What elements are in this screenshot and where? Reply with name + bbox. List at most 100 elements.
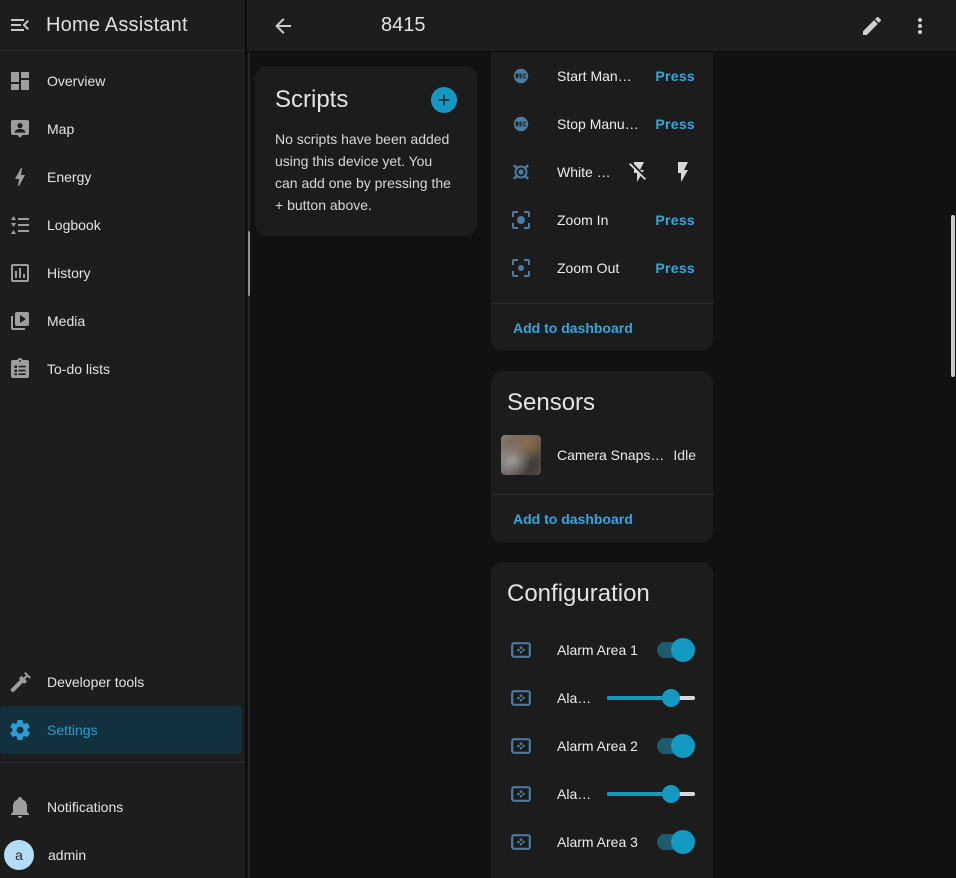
entity-name: Alarm Area 3: [557, 834, 638, 850]
alarm-area-icon[interactable]: [509, 686, 533, 710]
bell-icon: [8, 795, 32, 819]
home-assistant-app: Home Assistant Overview Map Energy: [0, 0, 956, 878]
sidebar-item-label: Logbook: [47, 217, 101, 233]
flash-icon: [671, 160, 695, 184]
back-button[interactable]: [259, 2, 307, 50]
sidebar-item-label: History: [47, 265, 91, 281]
overflow-menu-button[interactable]: [896, 2, 944, 50]
top-app-bar: 8415: [247, 0, 956, 52]
control-row-start-manual: Start Man… Press: [491, 52, 713, 100]
sidebar-item-user[interactable]: a admin: [0, 831, 245, 878]
page-title: 8415: [381, 14, 426, 37]
configuration-rows: Alarm Area 1 Ala… Alarm Area 2: [491, 626, 713, 866]
add-to-dashboard-row: Add to dashboard: [491, 495, 713, 542]
sidebar-item-developer-tools[interactable]: Developer tools: [0, 658, 245, 706]
user-name: admin: [48, 847, 86, 863]
add-to-dashboard-link[interactable]: Add to dashboard: [513, 320, 633, 336]
flash-off-icon: [627, 160, 651, 184]
sidebar-item-logbook[interactable]: Logbook: [0, 201, 245, 249]
entity-name: Zoom In: [557, 212, 608, 228]
alarm-area-icon[interactable]: [509, 638, 533, 662]
entity-name: Zoom Out: [557, 260, 619, 276]
alarm-area-2-toggle[interactable]: [655, 734, 695, 758]
alarm-area-icon[interactable]: [509, 734, 533, 758]
column-scrollbar-thumb[interactable]: [248, 231, 250, 296]
camera-snapshot-thumbnail[interactable]: [501, 435, 541, 475]
config-row-alarm-slider-1: Ala…: [491, 674, 713, 722]
alarm-area-icon[interactable]: [509, 782, 533, 806]
pencil-icon: [860, 14, 884, 38]
sidebar-item-label: Notifications: [47, 799, 123, 815]
center-focus-icon[interactable]: [509, 208, 533, 232]
floodlight-icon[interactable]: [509, 160, 533, 184]
lightning-bolt-icon: [8, 165, 32, 189]
edit-button[interactable]: [848, 2, 896, 50]
sidebar-item-map[interactable]: Map: [0, 105, 245, 153]
menu-open-icon[interactable]: [8, 13, 32, 37]
format-list-icon: [8, 213, 32, 237]
sidebar-item-settings[interactable]: Settings: [0, 706, 242, 754]
sidebar-divider: [0, 762, 245, 763]
press-button[interactable]: Press: [655, 68, 695, 84]
entity-name: Ala…: [557, 786, 591, 802]
control-row-stop-manual: Stop Manu… Press: [491, 100, 713, 148]
clipboard-list-icon: [8, 357, 32, 381]
sidebar-item-energy[interactable]: Energy: [0, 153, 245, 201]
press-button[interactable]: Press: [655, 260, 695, 276]
sidebar-item-notifications[interactable]: Notifications: [0, 783, 245, 831]
entity-name: Camera Snaps…: [557, 447, 664, 463]
light-buttons: [627, 160, 695, 184]
alarm-area-icon[interactable]: [509, 830, 533, 854]
arrow-left-icon: [271, 14, 295, 38]
sidebar-item-history[interactable]: History: [0, 249, 245, 297]
avatar: a: [4, 840, 34, 870]
sensors-card: Sensors Camera Snaps… Idle Add to dashbo…: [491, 371, 713, 543]
record-rec-icon[interactable]: [509, 64, 533, 88]
account-location-icon: [8, 117, 32, 141]
add-to-dashboard-row: Add to dashboard: [491, 304, 713, 351]
config-row-alarm-area-1: Alarm Area 1: [491, 626, 713, 674]
sidebar-bottom: Developer tools Settings Notifications a…: [0, 658, 245, 878]
sidebar: Home Assistant Overview Map Energy: [0, 0, 246, 878]
flash-on-button[interactable]: [671, 160, 695, 184]
alarm-sensitivity-slider[interactable]: [607, 686, 695, 710]
device-controls-card: Start Man… Press Stop Manu… Press White …: [491, 52, 713, 351]
entity-name: Ala…: [557, 690, 591, 706]
entity-name: Start Man…: [557, 68, 632, 84]
config-row-alarm-area-3: Alarm Area 3: [491, 818, 713, 866]
sidebar-item-label: Overview: [47, 73, 105, 89]
sensors-card-title: Sensors: [491, 371, 713, 427]
alarm-sensitivity-slider[interactable]: [607, 782, 695, 806]
sidebar-item-todo-lists[interactable]: To-do lists: [0, 345, 245, 393]
press-button[interactable]: Press: [655, 116, 695, 132]
add-to-dashboard-link[interactable]: Add to dashboard: [513, 511, 633, 527]
window-scrollbar-thumb[interactable]: [951, 215, 955, 377]
configuration-card-title: Configuration: [491, 562, 713, 618]
cog-icon: [8, 718, 32, 742]
scripts-card-title: Scripts: [275, 84, 348, 116]
config-row-alarm-area-2: Alarm Area 2: [491, 722, 713, 770]
control-row-zoom-out: Zoom Out Press: [491, 244, 713, 292]
sidebar-item-label: Map: [47, 121, 74, 137]
entity-name: Stop Manu…: [557, 116, 639, 132]
dots-vertical-icon: [908, 14, 932, 38]
sidebar-item-media[interactable]: Media: [0, 297, 245, 345]
flash-off-button[interactable]: [627, 160, 651, 184]
control-row-zoom-in: Zoom In Press: [491, 196, 713, 244]
center-focus-weak-icon[interactable]: [509, 256, 533, 280]
hammer-icon: [8, 670, 32, 694]
column-scrollbar-track: [248, 52, 250, 878]
sidebar-item-label: Energy: [47, 169, 91, 185]
sensor-row-camera-snapshot: Camera Snaps… Idle: [491, 427, 713, 483]
sidebar-nav: Overview Map Energy Logbook: [0, 51, 245, 393]
plus-icon: [435, 91, 453, 109]
chart-box-icon: [8, 261, 32, 285]
sidebar-item-overview[interactable]: Overview: [0, 57, 245, 105]
press-button[interactable]: Press: [655, 212, 695, 228]
record-rec-icon[interactable]: [509, 112, 533, 136]
alarm-area-3-toggle[interactable]: [655, 830, 695, 854]
add-script-button[interactable]: [431, 87, 457, 113]
alarm-area-1-toggle[interactable]: [655, 638, 695, 662]
sidebar-header: Home Assistant: [0, 0, 245, 51]
entity-name: Alarm Area 2: [557, 738, 638, 754]
